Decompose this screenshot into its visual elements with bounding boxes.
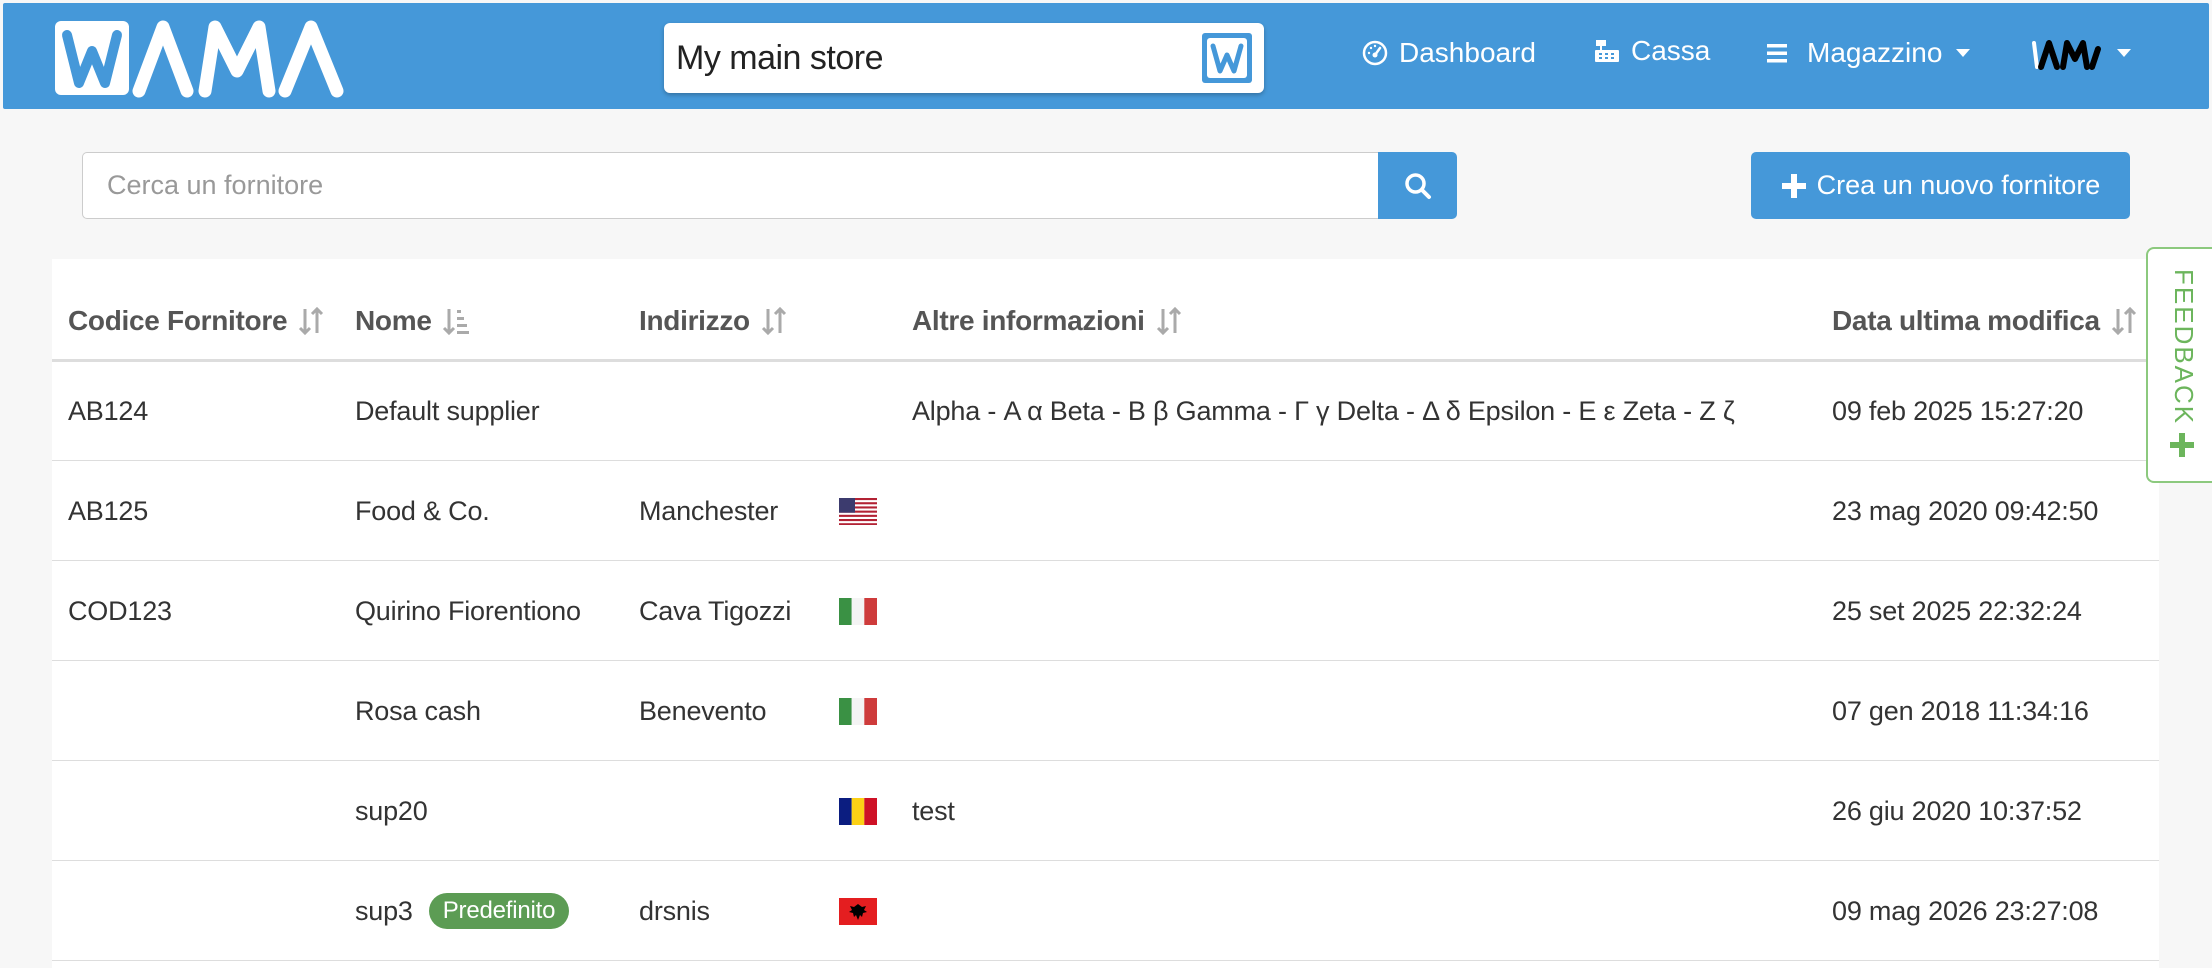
cell-address: Benevento: [639, 696, 767, 726]
cell-name: Quirino Fiorentiono: [355, 596, 581, 626]
store-name: My main store: [676, 39, 884, 77]
cell-code: AB125: [68, 496, 149, 526]
nav-dashboard-label: Dashboard: [1399, 37, 1536, 68]
cash-register-icon: [1595, 40, 1619, 62]
suppliers-table: Codice Fornitore Nome Indirizzo Altre in…: [52, 259, 2159, 968]
nav-cassa[interactable]: Cassa: [1593, 35, 1710, 67]
supplier-search-input[interactable]: [82, 152, 1378, 219]
search-button[interactable]: [1378, 152, 1457, 219]
table-row[interactable]: sup20 test 26 giu 2020 10:37:52: [52, 761, 2159, 861]
header-other-label: Altre informazioni: [912, 305, 1145, 336]
chevron-down-icon: [1956, 49, 1971, 57]
table-row[interactable]: AB124 Default supplier Alpha - Α α Beta …: [52, 361, 2159, 461]
create-supplier-label: Crea un nuovo fornitore: [1816, 170, 2101, 200]
romania-flag-icon: [839, 798, 877, 825]
feedback-label: FEEDBACK: [2169, 269, 2199, 426]
nav-dashboard[interactable]: Dashboard: [1361, 37, 1536, 69]
cell-name: Food & Co.: [355, 496, 490, 526]
albania-flag-icon: [839, 898, 877, 925]
cell-code: AB124: [68, 396, 149, 426]
cell-address: Cava Tigozzi: [639, 596, 792, 626]
header-modified-label: Data ultima modifica: [1832, 305, 2100, 336]
sort-alpha-icon: [442, 309, 469, 336]
cell-code: COD123: [68, 596, 172, 626]
header-code-label: Codice Fornitore: [68, 305, 288, 336]
sort-icon: [299, 306, 324, 336]
cell-modified: 09 feb 2025 15:27:20: [1832, 396, 2084, 426]
cell-address: drsnis: [639, 896, 710, 926]
cell-name: sup3: [355, 896, 413, 926]
header-data-ultima-modifica[interactable]: Data ultima modifica: [1832, 305, 2138, 337]
plus-icon: [1781, 173, 1806, 198]
cell-modified: 26 giu 2020 10:37:52: [1832, 796, 2082, 826]
italy-flag-icon: [839, 698, 877, 725]
user-menu-logo[interactable]: [2031, 37, 2103, 71]
cell-name: Rosa cash: [355, 696, 481, 726]
default-badge: Predefinito: [428, 892, 570, 929]
nav-magazzino-label: Magazzino: [1807, 37, 1943, 68]
cell-other: Alpha - Α α Beta - Β β Gamma - Γ γ Delta…: [912, 396, 1735, 426]
italy-flag-icon: [839, 598, 877, 625]
cell-address: Manchester: [639, 496, 779, 526]
nav-magazzino-dropdown[interactable]: Magazzino: [1765, 37, 1971, 69]
table-row[interactable]: sup3 Predefinito drsnis 09 mag 2026 23:27…: [52, 861, 2159, 961]
feedback-plus-icon: [2170, 433, 2194, 457]
header-indirizzo[interactable]: Indirizzo: [639, 305, 788, 337]
header-altre-informazioni[interactable]: Altre informazioni: [912, 305, 1183, 337]
nav-cassa-label: Cassa: [1631, 35, 1711, 66]
cell-name: Default supplier: [355, 396, 540, 426]
table-row[interactable]: COD123 Quirino Fiorentiono Cava Tigozzi …: [52, 561, 2159, 661]
top-navbar: My main store Dashboard Cassa Magazzino: [3, 3, 2209, 109]
table-row[interactable]: Rosa cash Benevento 07 gen 2018 11:34:16: [52, 661, 2159, 761]
cell-modified: 09 mag 2026 23:27:08: [1832, 896, 2099, 926]
sort-icon: [2111, 306, 2136, 336]
wama-logo[interactable]: [53, 17, 373, 99]
header-nome[interactable]: Nome: [355, 305, 470, 337]
header-name-label: Nome: [355, 305, 432, 336]
sort-icon: [761, 306, 786, 336]
header-codice-fornitore[interactable]: Codice Fornitore: [68, 305, 325, 337]
store-logo-icon: [1202, 33, 1252, 83]
store-selector[interactable]: My main store: [664, 23, 1264, 93]
hamburger-menu-icon: [1767, 44, 1787, 63]
create-supplier-button[interactable]: Crea un nuovo fornitore: [1751, 152, 2130, 219]
cell-name: sup20: [355, 796, 428, 826]
cell-other: test: [912, 796, 955, 826]
cell-modified: 23 mag 2020 09:42:50: [1832, 496, 2099, 526]
cell-name-with-badge: sup3 Predefinito: [355, 861, 570, 961]
us-flag-icon: [839, 498, 877, 525]
search-icon: [1404, 172, 1431, 199]
user-menu-chevron-icon[interactable]: [2117, 49, 2131, 57]
cell-modified: 07 gen 2018 11:34:16: [1832, 696, 2089, 726]
cell-modified: 25 set 2025 22:32:24: [1832, 596, 2082, 626]
feedback-tab[interactable]: FEEDBACK: [2146, 247, 2212, 483]
header-address-label: Indirizzo: [639, 305, 750, 336]
dashboard-gauge-icon: [1362, 40, 1388, 66]
sort-icon: [1156, 306, 1181, 336]
table-row[interactable]: AB125 Food & Co. Manchester 23 mag 2020 …: [52, 461, 2159, 561]
